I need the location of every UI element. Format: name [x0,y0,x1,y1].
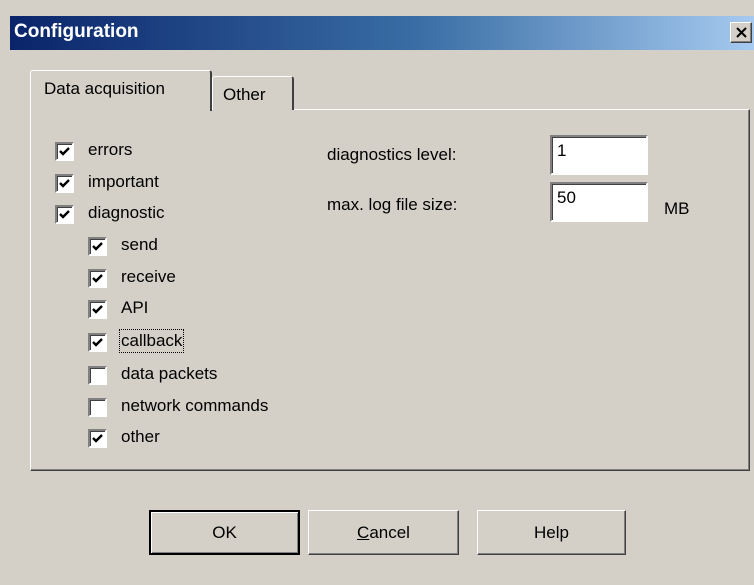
checkbox-box[interactable] [88,333,107,352]
log-size-unit: MB [664,199,690,218]
callback-label: callback [118,329,185,353]
checkbox-box[interactable] [88,366,107,385]
title-bar[interactable]: Configuration [10,16,754,50]
send-label: send [121,235,158,254]
checkbox-box[interactable] [55,174,74,193]
close-button[interactable] [730,22,752,43]
checkmark-icon [92,274,103,283]
cancel-label-rest: ancel [369,523,410,542]
checkmark-icon [59,210,70,219]
checkbox-box[interactable] [88,300,107,319]
other-label: other [121,427,160,446]
tab-data-acquisition[interactable]: Data acquisition [30,70,212,111]
max-log-size-input[interactable]: 50 [550,182,648,222]
checkbox-box[interactable] [88,237,107,256]
tab-other[interactable]: Other [212,76,294,110]
checkbox-box[interactable] [88,429,107,448]
api-label: API [121,298,149,317]
checkbox-box[interactable] [55,142,74,161]
checkbox-box[interactable] [88,398,107,417]
receive-label: receive [121,267,176,286]
max-log-size-label: max. log file size: [327,195,458,214]
diagnostics-level-input[interactable]: 1 [550,135,648,175]
errors-label: errors [88,140,133,159]
help-button-label: Help [534,523,569,542]
diagnostics-level-label: diagnostics level: [327,145,457,164]
checkbox-box[interactable] [55,205,74,224]
checkbox-box[interactable] [88,269,107,288]
checkmark-icon [59,179,70,188]
network-commands-label: network commands [121,396,269,415]
tab-other-label: Other [223,85,266,104]
important-label: important [88,172,159,191]
ok-button-label: OK [212,523,237,542]
checkmark-icon [59,147,70,156]
tab-data-acquisition-label: Data acquisition [44,79,165,98]
checkmark-icon [92,434,103,443]
checkmark-icon [92,305,103,314]
configuration-dialog: Configuration Data acquisition Other err… [0,0,754,585]
cancel-button-label: Cancel [357,523,410,542]
checkmark-icon [92,338,103,347]
help-button[interactable]: Help [477,510,626,555]
checkmark-icon [92,242,103,251]
cancel-mnemonic: C [357,523,370,542]
ok-button[interactable]: OK [149,510,300,555]
data-packets-label: data packets [121,364,218,383]
cancel-button[interactable]: Cancel [308,510,459,555]
diagnostic-label: diagnostic [88,203,165,222]
close-icon [736,27,747,38]
window-title: Configuration [14,21,139,42]
